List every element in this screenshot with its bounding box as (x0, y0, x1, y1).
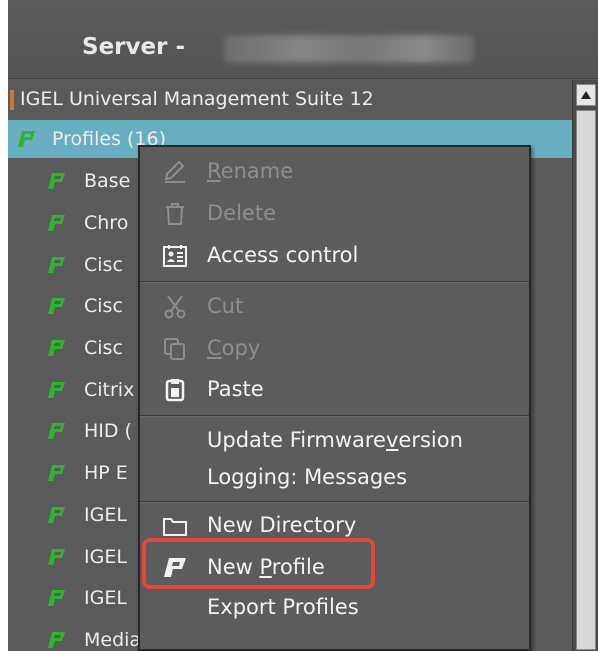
tree-item-label: Cisc (84, 337, 123, 359)
tree-item-label: Cisc (84, 295, 123, 317)
profile-icon (48, 215, 65, 231)
menu-item-export-profiles[interactable]: Export Profiles (140, 587, 529, 627)
root-node-icon (10, 90, 14, 110)
scroll-up-button[interactable] (576, 84, 596, 106)
menu-item-label: Export Profiles (207, 595, 359, 619)
tree-item-label: HID ( (84, 420, 132, 442)
profile-icon (48, 507, 65, 523)
tree-item-label: IGEL (84, 587, 127, 609)
menu-item-logging[interactable]: Logging: Messages (140, 457, 529, 497)
scroll-thumb[interactable] (576, 110, 596, 650)
profile-icon (48, 257, 65, 273)
server-header: Server - (8, 0, 598, 79)
redacted-server-address (224, 35, 474, 63)
profile-icon (18, 131, 35, 147)
tree-item-label: IGEL (84, 504, 127, 526)
clipboard-icon (165, 379, 185, 402)
menu-item-delete[interactable]: Delete (140, 193, 529, 233)
menu-item-label: Logging: Messages (207, 465, 408, 489)
profile-icon (48, 549, 65, 565)
pencil-icon (164, 160, 185, 183)
menu-item-label: Update Firmwareversion (207, 428, 463, 452)
menu-item-label: Delete (207, 201, 276, 225)
menu-item-rename[interactable]: Rename (140, 151, 529, 191)
arrow-up-icon (581, 91, 591, 99)
tree-item-label: HP E (84, 462, 128, 484)
copy-icon (164, 338, 185, 360)
menu-separator (140, 501, 529, 503)
profile-icon (48, 423, 65, 439)
menu-item-label: Rename (207, 159, 294, 183)
menu-item-cut[interactable]: Cut (140, 286, 529, 326)
menu-separator (140, 281, 529, 283)
profile-icon (48, 173, 65, 189)
access-control-icon (163, 245, 187, 267)
tree-item-label: Citrix (84, 379, 135, 401)
folder-icon (163, 518, 187, 536)
menu-item-access-control[interactable]: Access control (140, 235, 529, 275)
menu-item-update-firmware[interactable]: Update Firmwareversion (140, 420, 529, 460)
tree-root-item[interactable]: IGEL Universal Management Suite 12 (8, 80, 572, 118)
profile-icon (48, 590, 65, 606)
menu-item-label: Access control (207, 243, 359, 267)
server-title: Server - (82, 34, 185, 60)
tree-scrollbar[interactable] (572, 80, 598, 651)
profile-icon (48, 298, 65, 314)
tree-item-label: Chro (84, 212, 129, 234)
highlight-box (142, 538, 375, 589)
profile-icon (48, 340, 65, 356)
menu-item-label: Cut (207, 294, 244, 318)
tree-item-label: IGEL (84, 546, 127, 568)
profile-icon (48, 465, 65, 481)
trash-icon (166, 203, 184, 225)
menu-item-label: Copy (207, 336, 261, 360)
menu-separator (140, 415, 529, 417)
menu-item-copy[interactable]: Copy (140, 328, 529, 368)
tree-item-label: Cisc (84, 254, 123, 276)
tree-item-label: Base (84, 170, 131, 192)
profile-icon (48, 382, 65, 398)
profile-icon (48, 632, 65, 648)
scissors-icon (164, 295, 186, 319)
menu-item-paste[interactable]: Paste (140, 369, 529, 409)
tree-root-label: IGEL Universal Management Suite 12 (20, 88, 374, 110)
menu-item-label: Paste (207, 377, 264, 401)
